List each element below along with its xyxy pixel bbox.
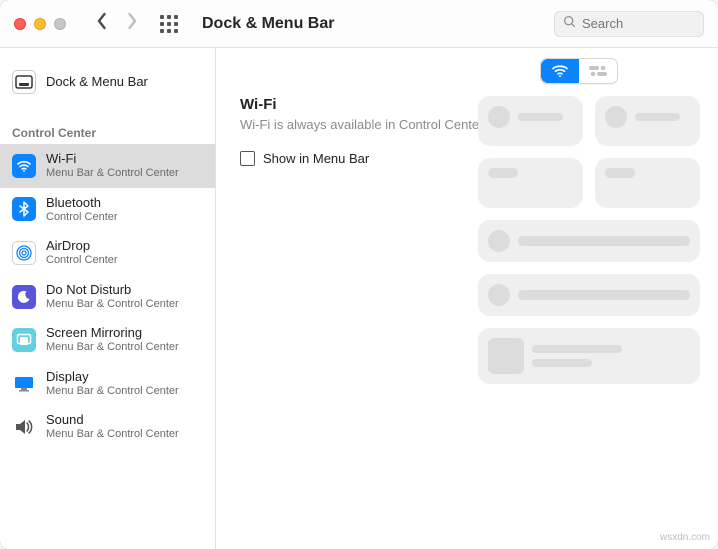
sidebar-item-label: Wi-Fi: [46, 152, 179, 167]
dock-menu-bar-icon: [12, 70, 36, 94]
minimize-button[interactable]: [34, 18, 46, 30]
sidebar-item-wifi[interactable]: Wi-Fi Menu Bar & Control Center: [0, 144, 215, 188]
menubar-preview-toggle: [540, 58, 618, 84]
preview-card: [595, 158, 700, 208]
control-center-segment[interactable]: [579, 59, 617, 83]
airdrop-icon: [12, 241, 36, 265]
sidebar-section-header: Control Center: [0, 114, 215, 144]
sidebar-item-sound[interactable]: Sound Menu Bar & Control Center: [0, 405, 215, 449]
sidebar-item-dnd[interactable]: Do Not Disturb Menu Bar & Control Center: [0, 275, 215, 319]
sidebar-item-bluetooth[interactable]: Bluetooth Control Center: [0, 188, 215, 232]
content-pane: Wi-Fi Wi-Fi is always available in Contr…: [216, 48, 718, 549]
screen-mirroring-icon: [12, 328, 36, 352]
sidebar-item-sublabel: Menu Bar & Control Center: [46, 167, 179, 180]
sidebar-item-dock-menu-bar[interactable]: Dock & Menu Bar: [0, 62, 215, 102]
close-button[interactable]: [14, 18, 26, 30]
zoom-button[interactable]: [54, 18, 66, 30]
nav-arrows: [94, 11, 140, 36]
sound-icon: [12, 415, 36, 439]
pane-heading: Wi-Fi: [240, 96, 490, 113]
moon-icon: [12, 285, 36, 309]
show-in-menubar-row[interactable]: Show in Menu Bar: [240, 151, 490, 166]
preview-card: [478, 158, 583, 208]
watermark: wsxdn.com: [660, 532, 710, 543]
toolbar: Dock & Menu Bar: [0, 0, 718, 48]
sidebar-item-sublabel: Menu Bar & Control Center: [46, 428, 179, 441]
bluetooth-icon: [12, 197, 36, 221]
settings-pane: Wi-Fi Wi-Fi is always available in Contr…: [240, 96, 490, 166]
control-center-preview: [478, 96, 700, 384]
search-input[interactable]: [582, 16, 695, 31]
sidebar[interactable]: Dock & Menu Bar Control Center Wi-Fi Men…: [0, 48, 216, 549]
window-title: Dock & Menu Bar: [202, 15, 334, 33]
menubar-wifi-segment[interactable]: [541, 59, 579, 83]
wifi-icon: [12, 154, 36, 178]
sidebar-item-label: Sound: [46, 413, 179, 428]
sidebar-item-label: Dock & Menu Bar: [46, 75, 148, 90]
forward-button[interactable]: [124, 11, 140, 36]
checkbox-label: Show in Menu Bar: [263, 151, 369, 166]
sidebar-item-label: Screen Mirroring: [46, 326, 179, 341]
sidebar-item-sublabel: Menu Bar & Control Center: [46, 385, 179, 398]
preferences-window: Dock & Menu Bar Dock & Menu Bar Control …: [0, 0, 718, 549]
pane-description: Wi-Fi is always available in Control Cen…: [240, 117, 490, 133]
display-icon: [12, 372, 36, 396]
search-field[interactable]: [554, 11, 704, 37]
window-controls: [14, 18, 66, 30]
preview-card: [478, 96, 583, 146]
sidebar-item-sublabel: Control Center: [46, 211, 118, 224]
show-all-icon[interactable]: [160, 15, 178, 33]
sidebar-item-label: Display: [46, 370, 179, 385]
preview-card: [478, 274, 700, 316]
sidebar-item-label: Do Not Disturb: [46, 283, 179, 298]
preview-card: [478, 220, 700, 262]
show-in-menubar-checkbox[interactable]: [240, 151, 255, 166]
preview-card: [478, 328, 700, 384]
preview-card: [595, 96, 700, 146]
sidebar-item-sublabel: Control Center: [46, 254, 118, 267]
sidebar-item-screen-mirroring[interactable]: Screen Mirroring Menu Bar & Control Cent…: [0, 318, 215, 362]
sidebar-item-airdrop[interactable]: AirDrop Control Center: [0, 231, 215, 275]
sidebar-item-label: AirDrop: [46, 239, 118, 254]
sidebar-item-sublabel: Menu Bar & Control Center: [46, 341, 179, 354]
search-icon: [563, 15, 576, 33]
sidebar-item-sublabel: Menu Bar & Control Center: [46, 298, 179, 311]
sidebar-item-label: Bluetooth: [46, 196, 118, 211]
sidebar-item-display[interactable]: Display Menu Bar & Control Center: [0, 362, 215, 406]
body: Dock & Menu Bar Control Center Wi-Fi Men…: [0, 48, 718, 549]
back-button[interactable]: [94, 11, 110, 36]
